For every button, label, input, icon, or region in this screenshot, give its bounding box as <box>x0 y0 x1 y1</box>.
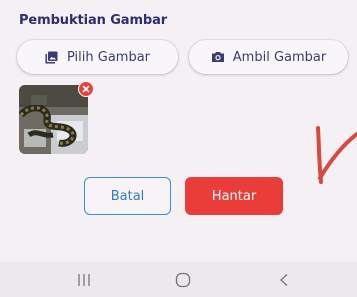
pick-image-button[interactable]: Pilih Gambar <box>17 40 178 74</box>
home-icon[interactable] <box>171 270 195 290</box>
submit-button[interactable]: Hantar <box>185 177 283 215</box>
image-thumbnail[interactable] <box>19 81 94 154</box>
close-icon <box>82 85 90 93</box>
recent-apps-icon[interactable] <box>72 270 96 290</box>
camera-icon <box>211 50 225 64</box>
section-title: Pembuktian Gambar <box>19 13 168 28</box>
cancel-button[interactable]: Batal <box>84 177 171 215</box>
annotation-arrow <box>310 120 357 194</box>
system-navigation-bar <box>0 262 357 297</box>
pick-image-label: Pilih Gambar <box>66 49 151 65</box>
thumbnail-photo <box>19 85 88 154</box>
take-photo-label: Ambil Gambar <box>232 49 327 65</box>
image-icon <box>45 50 59 64</box>
back-icon[interactable] <box>272 270 296 290</box>
take-photo-button[interactable]: Ambil Gambar <box>189 40 348 74</box>
remove-image-button[interactable] <box>78 81 94 97</box>
